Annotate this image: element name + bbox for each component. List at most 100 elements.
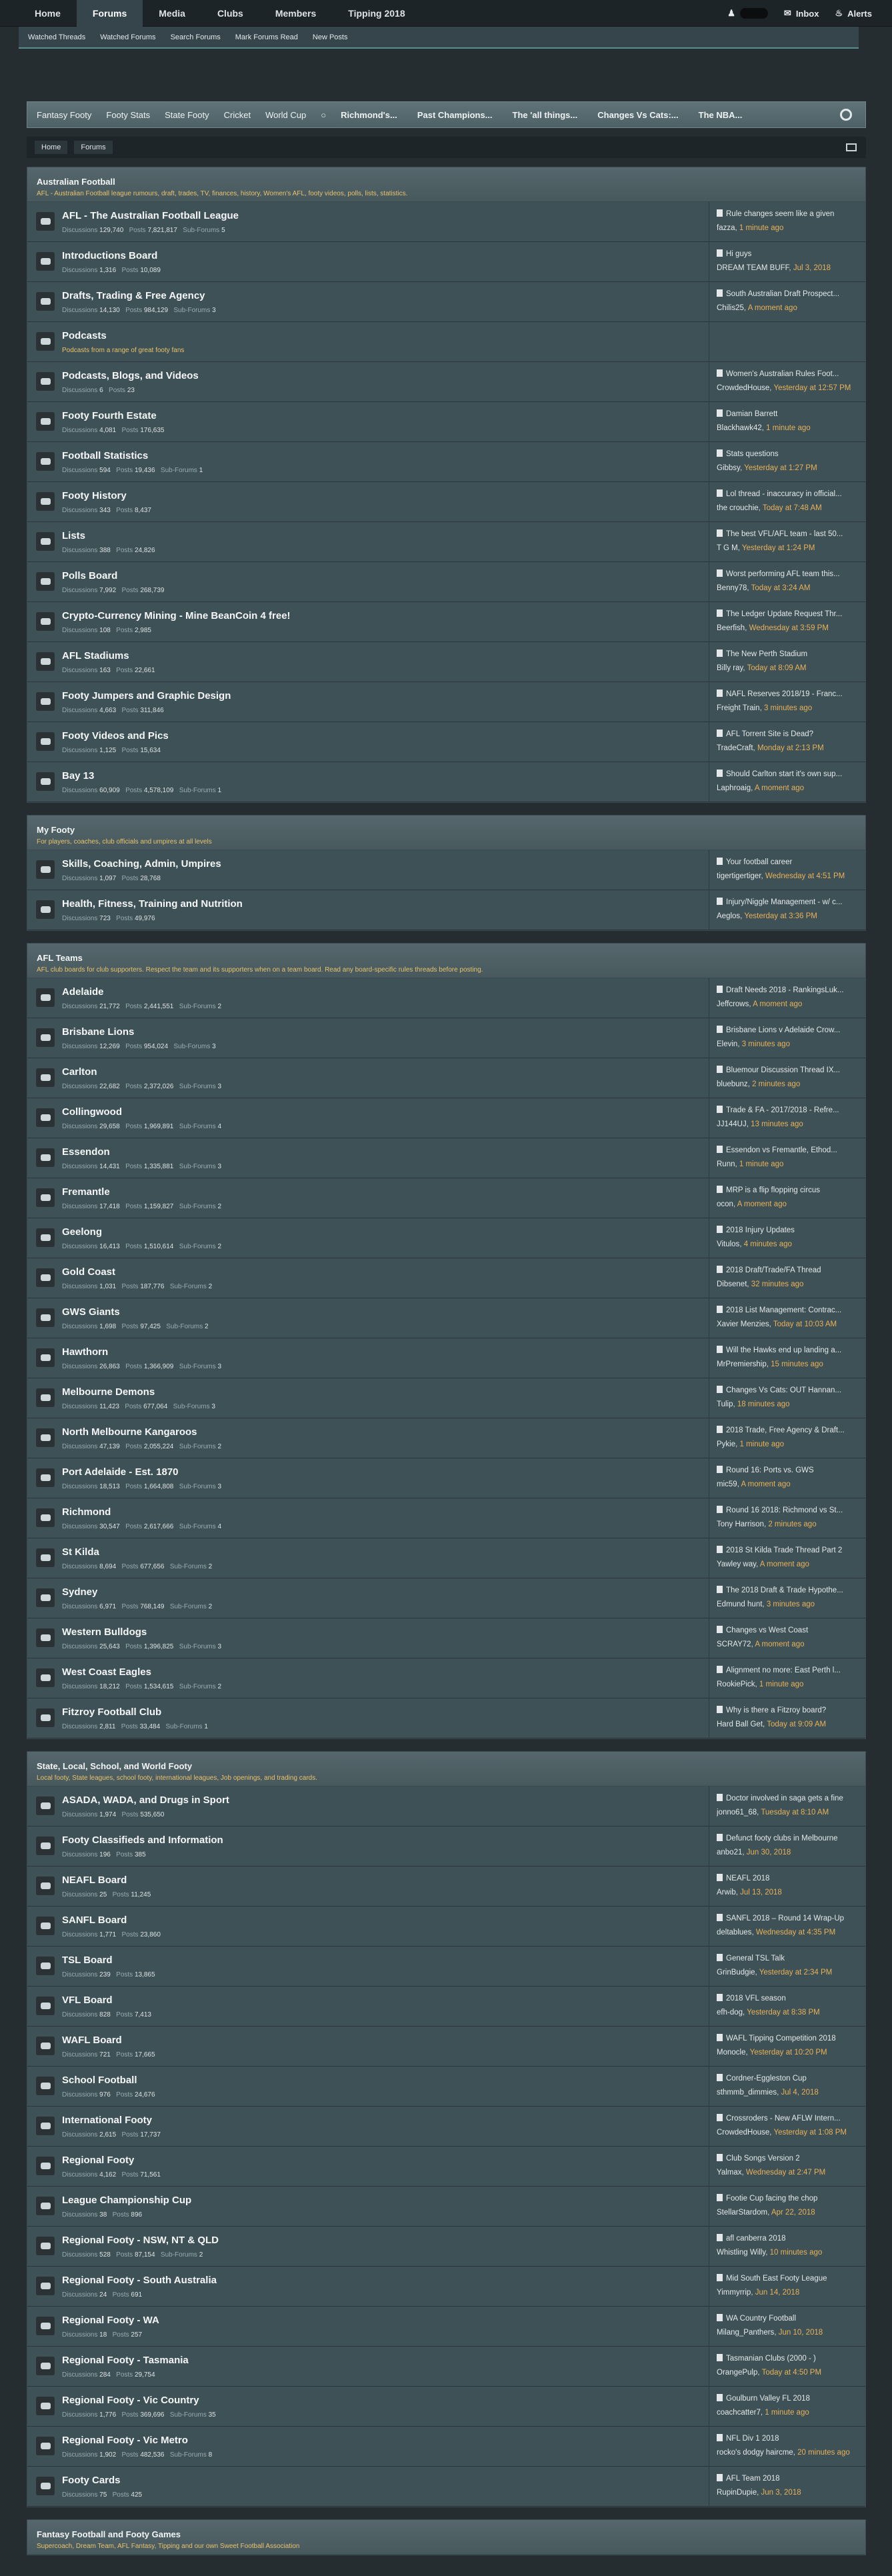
last-post-title[interactable]: WAFL Tipping Competition 2018 <box>717 2034 860 2043</box>
nav-forums[interactable]: Forums <box>76 0 143 27</box>
category-title[interactable]: Fantasy Football and Footy Games <box>37 2529 856 2539</box>
forum-title[interactable]: Footy Jumpers and Graphic Design <box>62 690 231 702</box>
last-post-user[interactable]: Tony Harrison <box>717 1520 764 1528</box>
inbox-link[interactable]: ✉ Inbox <box>784 8 819 19</box>
tag-thread-5[interactable]: The NBA... <box>699 110 743 120</box>
forum-row[interactable]: West Coast Eagles Discussions 18,212 Post… <box>27 1658 865 1698</box>
forum-row[interactable]: Footy Cards Discussions 75 Posts 425 AFL … <box>27 2467 865 2507</box>
last-post-user[interactable]: CrowdedHouse <box>717 2129 769 2137</box>
subnav-watched-forums[interactable]: Watched Forums <box>100 33 155 41</box>
forum-row[interactable]: Podcasts Podcasts from a range of great f… <box>27 322 865 362</box>
forum-row[interactable]: Collingwood Discussions 29,658 Posts 1,96… <box>27 1098 865 1138</box>
last-post-title[interactable]: 2018 VFL season <box>717 1994 860 2003</box>
last-post-title[interactable]: Defunct footy clubs in Melbourne <box>717 1834 860 1842</box>
last-post-title[interactable]: MRP is a flip flopping circus <box>717 1186 860 1194</box>
forum-row[interactable]: Regional Footy - Tasmania Discussions 284… <box>27 2347 865 2387</box>
last-post-title[interactable]: The 2018 Draft & Trade Hypothe... <box>717 1586 860 1594</box>
forum-title[interactable]: Footy Cards <box>62 2475 121 2486</box>
last-post-title[interactable]: Lol thread - inaccuracy in official... <box>717 489 860 498</box>
last-post-title[interactable]: Goulburn Valley FL 2018 <box>717 2394 860 2403</box>
forum-title[interactable]: Footy Videos and Pics <box>62 730 169 742</box>
forum-row[interactable]: AFL Stadiums Discussions 163 Posts 22,661… <box>27 642 865 682</box>
last-post-title[interactable]: afl canberra 2018 <box>717 2234 860 2243</box>
last-post-user[interactable]: Gibbsy <box>717 464 740 472</box>
breadcrumb-home[interactable]: Home <box>35 141 68 154</box>
last-post-user[interactable]: StellarStardom <box>717 2209 767 2217</box>
tag-thread-3[interactable]: The 'all things... <box>513 110 578 120</box>
last-post-user[interactable]: ocon <box>717 1200 733 1208</box>
nav-tipping[interactable]: Tipping 2018 <box>332 0 421 27</box>
forum-row[interactable]: SANFL Board Discussions 1,771 Posts 23,86… <box>27 1906 865 1947</box>
last-post-user[interactable]: Arwib <box>717 1888 736 1896</box>
last-post-title[interactable]: South Australian Draft Prospect... <box>717 289 860 298</box>
last-post-title[interactable]: Hi guys <box>717 249 860 258</box>
forum-row[interactable]: Regional Footy - Vic Country Discussions … <box>27 2387 865 2427</box>
last-post-title[interactable]: Essendon vs Fremantle, Ethod... <box>717 1146 860 1154</box>
last-post-user[interactable]: Blackhawk42 <box>717 424 762 432</box>
forum-row[interactable]: Regional Footy - WA Discussions 18 Posts … <box>27 2307 865 2347</box>
last-post-user[interactable]: T G M <box>717 544 738 552</box>
forum-title[interactable]: Geelong <box>62 1226 102 1238</box>
last-post-title[interactable]: SANFL 2018 – Round 14 Wrap-Up <box>717 1914 860 1922</box>
forum-row[interactable]: TSL Board Discussions 239 Posts 13,865 Ge… <box>27 1947 865 1987</box>
last-post-user[interactable]: fazza <box>717 224 735 232</box>
forum-title[interactable]: Richmond <box>62 1506 111 1518</box>
last-post-title[interactable]: Doctor involved in saga gets a fine <box>717 1794 860 1802</box>
tag-footy-stats[interactable]: Footy Stats <box>106 110 150 120</box>
forum-title[interactable]: Collingwood <box>62 1106 122 1118</box>
forum-title[interactable]: Sydney <box>62 1586 97 1598</box>
forum-title[interactable]: Crypto-Currency Mining - Mine BeanCoin 4… <box>62 610 291 621</box>
last-post-user[interactable]: RookiePick <box>717 1680 755 1688</box>
last-post-user[interactable]: coachcatter7 <box>717 2409 761 2417</box>
forum-title[interactable]: Essendon <box>62 1146 110 1158</box>
forum-row[interactable]: VFL Board Discussions 828 Posts 7,413 201… <box>27 1987 865 2027</box>
forum-row[interactable]: International Footy Discussions 2,615 Pos… <box>27 2107 865 2147</box>
last-post-title[interactable]: Changes Vs Cats: OUT Hannan... <box>717 1386 860 1394</box>
last-post-title[interactable]: Draft Needs 2018 - RankingsLuk... <box>717 986 860 994</box>
forum-title[interactable]: WAFL Board <box>62 2035 122 2046</box>
last-post-user[interactable]: Runn <box>717 1160 735 1168</box>
forum-row[interactable]: Introductions Board Discussions 1,316 Pos… <box>27 242 865 282</box>
last-post-user[interactable]: Milang_Panthers <box>717 2329 774 2337</box>
subnav-search-forums[interactable]: Search Forums <box>171 33 221 41</box>
last-post-user[interactable]: Beerfish <box>717 624 745 632</box>
last-post-user[interactable]: Elevin <box>717 1040 737 1048</box>
last-post-title[interactable]: The New Perth Stadium <box>717 650 860 658</box>
last-post-user[interactable]: tigertigertiger <box>717 872 761 880</box>
forum-title[interactable]: Fitzroy Football Club <box>62 1706 161 1718</box>
last-post-user[interactable]: Yimmyrrip <box>717 2289 751 2297</box>
last-post-user[interactable]: Chilis25 <box>717 304 744 312</box>
last-post-title[interactable]: AFL Team 2018 <box>717 2474 860 2483</box>
last-post-title[interactable]: 2018 Injury Updates <box>717 1226 860 1234</box>
forum-row[interactable]: NEAFL Board Discussions 25 Posts 11,245 N… <box>27 1866 865 1906</box>
forum-row[interactable]: Regional Footy - Vic Metro Discussions 1,… <box>27 2427 865 2467</box>
last-post-title[interactable]: Alignment no more: East Perth l... <box>717 1666 860 1674</box>
forum-title[interactable]: Introductions Board <box>62 250 157 261</box>
forum-row[interactable]: Bay 13 Discussions 60,909 Posts 4,578,109… <box>27 762 865 802</box>
forum-title[interactable]: Regional Footy - Vic Country <box>62 2395 199 2406</box>
subnav-new-posts[interactable]: New Posts <box>313 33 348 41</box>
subnav-mark-read[interactable]: Mark Forums Read <box>235 33 298 41</box>
forum-title[interactable]: Port Adelaide - Est. 1870 <box>62 1466 179 1478</box>
forum-title[interactable]: NEAFL Board <box>62 1874 127 1886</box>
forum-title[interactable]: SANFL Board <box>62 1914 127 1926</box>
forum-row[interactable]: Geelong Discussions 16,413 Posts 1,510,61… <box>27 1218 865 1258</box>
last-post-user[interactable]: RupinDupie <box>717 2489 757 2497</box>
forum-row[interactable]: Footy Jumpers and Graphic Design Discussi… <box>27 682 865 722</box>
forum-title[interactable]: ASADA, WADA, and Drugs in Sport <box>62 1794 229 1806</box>
forum-row[interactable]: Melbourne Demons Discussions 11,423 Posts… <box>27 1378 865 1418</box>
last-post-user[interactable]: Benny78 <box>717 584 747 592</box>
book-icon[interactable] <box>846 143 857 151</box>
forum-title[interactable]: Regional Footy - South Australia <box>62 2275 217 2286</box>
forum-row[interactable]: Regional Footy Discussions 4,162 Posts 71… <box>27 2147 865 2187</box>
forum-title[interactable]: Adelaide <box>62 986 104 998</box>
forum-title[interactable]: League Championship Cup <box>62 2195 191 2206</box>
forum-title[interactable]: North Melbourne Kangaroos <box>62 1426 197 1438</box>
forum-row[interactable]: Regional Footy - South Australia Discussi… <box>27 2267 865 2307</box>
user-account[interactable]: ♟ <box>727 8 768 19</box>
last-post-title[interactable]: The Ledger Update Request Thr... <box>717 609 860 618</box>
forum-row[interactable]: St Kilda Discussions 8,694 Posts 677,656 … <box>27 1538 865 1578</box>
last-post-user[interactable]: Pykie <box>717 1440 735 1448</box>
tag-fantasy-footy[interactable]: Fantasy Footy <box>37 110 91 120</box>
last-post-user[interactable]: anbo21 <box>717 1848 742 1856</box>
